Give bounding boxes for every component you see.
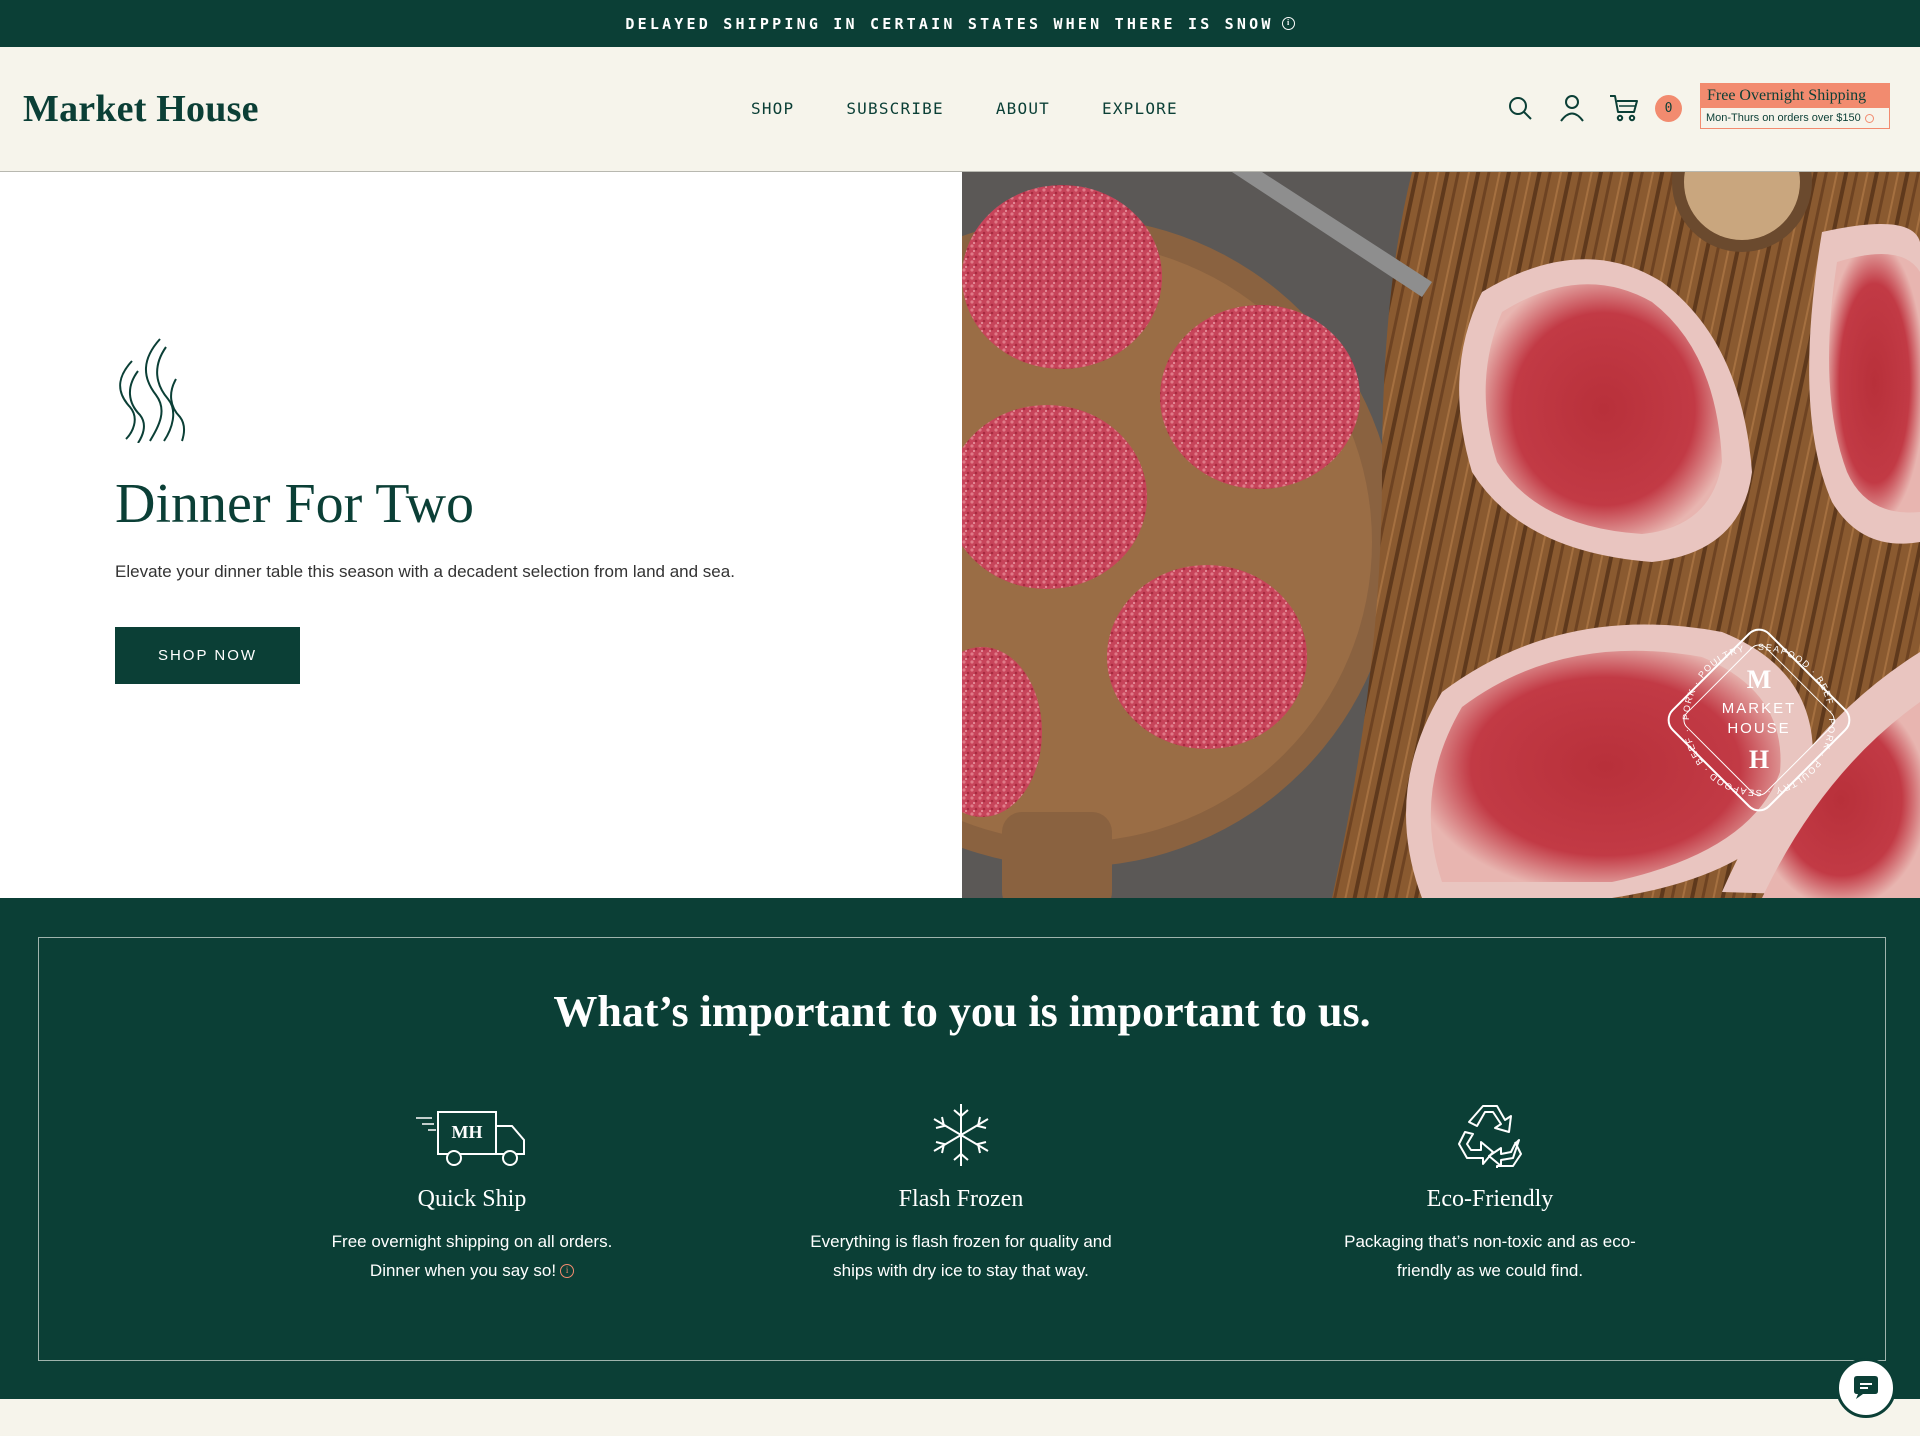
feature-line-1: Packaging that’s non-toxic and as eco- [1344, 1232, 1636, 1251]
hero-title: Dinner For Two [115, 473, 475, 535]
delivery-truck-icon: MH [416, 1111, 525, 1166]
nav-subscribe[interactable]: SUBSCRIBE [846, 99, 944, 118]
values-section: What’s important to you is important to … [0, 898, 1920, 1399]
announcement-bar: DELAYED SHIPPING IN CERTAIN STATES WHEN … [0, 0, 1920, 47]
hero-subtitle: Elevate your dinner table this season wi… [115, 562, 735, 581]
cart-icon[interactable] [1609, 93, 1639, 123]
values-title: What’s important to you is important to … [553, 987, 1371, 1036]
meat-photo: M MARKET HOUSE H PORK · POULTRY · SEAFOO… [962, 172, 1920, 898]
feature-line-2: Dinner when you say so! [369, 1261, 557, 1280]
account-icon[interactable] [1557, 93, 1587, 123]
promo-title: Free Overnight Shipping [1701, 84, 1889, 108]
main-nav: SHOP SUBSCRIBE ABOUT EXPLORE [751, 99, 1178, 118]
badge-name-1: MARKET [1722, 700, 1797, 717]
values-frame: What’s important to you is important to … [38, 937, 1886, 1361]
nav-explore[interactable]: EXPLORE [1102, 99, 1178, 118]
feature-title: Eco-Friendly [1426, 1186, 1554, 1212]
info-icon[interactable] [1864, 113, 1874, 123]
site-logo[interactable]: Market House [23, 87, 259, 131]
feature-title: Quick Ship [417, 1186, 527, 1212]
feature-line-1: Free overnight shipping on all orders. [331, 1232, 613, 1251]
recycle-icon [1458, 1105, 1522, 1168]
feature-eco-friendly: Eco-Friendly Packaging that’s non-toxic … [1280, 1088, 1700, 1285]
search-icon[interactable] [1505, 93, 1535, 123]
promo-subtitle: Mon-Thurs on orders over $150 [1706, 112, 1861, 124]
smoke-icon [119, 338, 185, 443]
site-header: Market House SHOP SUBSCRIBE ABOUT EXPLOR… [0, 47, 1920, 172]
info-icon[interactable]: i [1281, 17, 1295, 30]
feature-flash-frozen: Flash Frozen Everything is flash frozen … [751, 1088, 1171, 1285]
truck-label: MH [452, 1122, 483, 1142]
chat-button[interactable] [1836, 1358, 1896, 1418]
chat-icon [1854, 1376, 1878, 1399]
hero-panel: Dinner For Two Elevate your dinner table… [0, 172, 962, 898]
feature-quick-ship: MH Quick Ship Free overnight shipping on… [262, 1088, 682, 1285]
feature-line-2: ships with dry ice to stay that way. [833, 1261, 1089, 1280]
cart-count-badge[interactable]: 0 [1655, 94, 1682, 122]
free-shipping-promo[interactable]: Free Overnight Shipping Mon-Thurs on ord… [1700, 83, 1890, 129]
feature-title: Flash Frozen [898, 1186, 1024, 1212]
nav-shop[interactable]: SHOP [751, 99, 794, 118]
info-icon[interactable]: i [560, 1264, 575, 1278]
feature-line-1: Everything is flash frozen for quality a… [810, 1232, 1112, 1251]
nav-about[interactable]: ABOUT [996, 99, 1050, 118]
badge-name-2: HOUSE [1727, 720, 1790, 737]
badge-monogram-bottom: H [1749, 745, 1769, 774]
badge-monogram-top: M [1747, 665, 1772, 694]
shop-now-button[interactable]: SHOP NOW [115, 627, 300, 684]
header-actions: 0 [1505, 93, 1682, 123]
feature-line-2: friendly as we could find. [1396, 1261, 1584, 1280]
hero-image: M MARKET HOUSE H PORK · POULTRY · SEAFOO… [962, 172, 1920, 898]
snowflake-icon [933, 1104, 989, 1166]
page-footer-strip [0, 1399, 1920, 1436]
announcement-text: DELAYED SHIPPING IN CERTAIN STATES WHEN … [625, 14, 1274, 33]
